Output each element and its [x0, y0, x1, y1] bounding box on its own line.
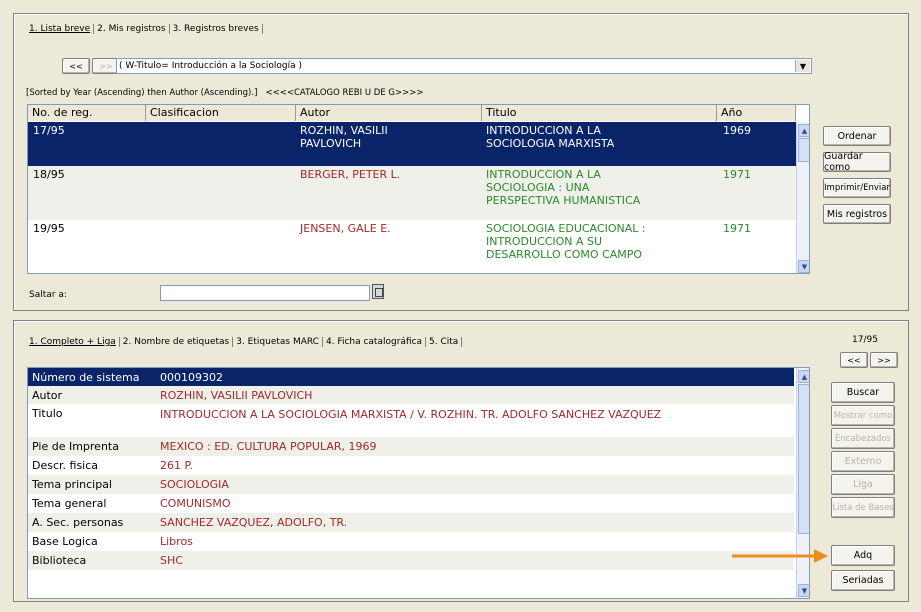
field-row[interactable]: Base Logica Libros [28, 532, 794, 551]
field-label: Número de sistema [32, 371, 140, 384]
field-row[interactable]: Tema principal SOCIOLOGIA [28, 475, 794, 494]
top-tabs: 1. Lista breve 2. Mis registros 3. Registr… [26, 24, 263, 34]
scroll-up-icon[interactable]: ▲ [798, 370, 809, 383]
cell-reg: 18/95 [33, 168, 65, 181]
field-label: A. Sec. personas [32, 516, 124, 529]
field-value: 000109302 [160, 371, 223, 384]
field-row[interactable]: Descr. fisica 261 P. [28, 456, 794, 475]
scroll-up-icon[interactable]: ▲ [798, 124, 809, 137]
sort-info: [Sorted by Year (Ascending) then Author … [26, 88, 424, 98]
field-label: Descr. fisica [32, 459, 99, 472]
results-list: No. de reg. Clasificacion Autor Titulo A… [27, 104, 810, 274]
scroll-thumb[interactable] [798, 138, 809, 162]
encabezados-button[interactable]: Encabezados [831, 428, 895, 449]
annotation-arrow-icon [732, 549, 828, 563]
col-header-autor[interactable]: Autor [296, 105, 482, 121]
field-row[interactable]: Pie de Imprenta MEXICO : ED. CULTURA POP… [28, 437, 794, 456]
record-counter: 17/95 [852, 335, 878, 345]
buscar-button[interactable]: Buscar [831, 382, 895, 403]
calendar-icon[interactable] [372, 284, 384, 299]
cell-reg: 19/95 [33, 222, 65, 235]
cell-anio: 1971 [723, 222, 751, 235]
adq-button[interactable]: Adq [831, 545, 895, 566]
cell-autor: JENSEN, GALE E. [300, 222, 391, 235]
next-record-button[interactable]: >> [870, 352, 898, 368]
field-label: Titulo [32, 407, 63, 420]
lista-de-bases-button[interactable]: Lista de Bases [831, 497, 895, 518]
seriadas-button[interactable]: Seriadas [831, 570, 895, 591]
list-header: No. de reg. Clasificacion Autor Titulo A… [28, 105, 796, 121]
col-header-anio[interactable]: Año [717, 105, 796, 121]
scroll-thumb[interactable] [798, 384, 809, 534]
field-value: SOCIOLOGIA [160, 478, 229, 491]
field-label: Biblioteca [32, 554, 87, 567]
query-select[interactable]: ( W-Titulo= Introducción a la Sociología… [116, 58, 812, 74]
field-value: SHC [160, 554, 183, 567]
col-header-reg[interactable]: No. de reg. [28, 105, 146, 121]
tab-nombre-etiquetas[interactable]: 2. Nombre de etiquetas [120, 337, 234, 347]
field-value: MEXICO : ED. CULTURA POPULAR, 1969 [160, 440, 377, 453]
liga-button[interactable]: Liga [831, 474, 895, 495]
field-label: Base Logica [32, 535, 98, 548]
cell-anio: 1971 [723, 168, 751, 181]
field-row[interactable]: A. Sec. personas SANCHEZ VAZQUEZ, ADOLFO… [28, 513, 794, 532]
table-row[interactable]: 19/95 JENSEN, GALE E. SOCIOLOGIA EDUCACI… [28, 220, 796, 273]
jump-input[interactable] [160, 285, 370, 301]
tab-registros-breves[interactable]: 3. Registros breves [170, 24, 263, 34]
guardar-como-button[interactable]: Guardar como [823, 151, 891, 173]
mis-registros-button[interactable]: Mis registros [823, 204, 891, 224]
bottom-tabs: 1. Completo + Liga 2. Nombre de etiquetas… [26, 337, 463, 347]
mostrar-como-button[interactable]: Mostrar como [831, 405, 895, 426]
table-row[interactable]: 17/95 ROZHIN, VASILII PAVLOVICH INTRODUC… [28, 122, 796, 166]
cell-autor: BERGER, PETER L. [300, 168, 401, 181]
scroll-down-icon[interactable]: ▼ [798, 260, 809, 273]
field-row[interactable]: Número de sistema 000109302 [28, 368, 794, 386]
col-header-titulo[interactable]: Titulo [482, 105, 717, 121]
tab-cita[interactable]: 5. Cita [426, 337, 463, 347]
field-value: 261 P. [160, 459, 193, 472]
field-row[interactable]: Titulo INTRODUCCION A LA SOCIOLOGIA MARX… [28, 404, 794, 437]
field-value: COMUNISMO [160, 497, 231, 510]
field-value: ROZHIN, VASILII PAVLOVICH [160, 389, 313, 402]
field-label: Pie de Imprenta [32, 440, 119, 453]
jump-label: Saltar a: [29, 290, 67, 300]
field-value: Libros [160, 535, 193, 548]
field-label: Tema principal [32, 478, 112, 491]
scroll-down-icon[interactable]: ▼ [798, 584, 809, 597]
cell-titulo: INTRODUCCION A LA SOCIOLOGIA MARXISTA [486, 124, 615, 150]
prev-record-button[interactable]: << [840, 352, 868, 368]
prev-set-button[interactable]: << [62, 58, 90, 74]
cell-titulo: SOCIOLOGIA EDUCACIONAL : INTRODUCCION A … [486, 222, 646, 261]
field-row[interactable]: Biblioteca SHC [28, 551, 794, 570]
results-scrollbar[interactable]: ▲ ▼ [796, 122, 809, 273]
tab-mis-registros[interactable]: 2. Mis registros [94, 24, 170, 34]
cell-anio: 1969 [723, 124, 751, 137]
table-row[interactable]: 18/95 BERGER, PETER L. INTRODUCCION A LA… [28, 166, 796, 220]
field-label: Autor [32, 389, 63, 402]
cell-titulo: INTRODUCCION A LA SOCIOLOGIA : UNA PERSP… [486, 168, 641, 207]
tab-ficha-catalografica[interactable]: 4. Ficha catalográfica [323, 337, 427, 347]
imprimir-enviar-button[interactable]: Imprimir/Enviar [823, 178, 891, 198]
record-detail: Número de sistema 000109302 Autor ROZHIN… [27, 367, 810, 599]
query-text: ( W-Titulo= Introducción a la Sociología… [119, 61, 303, 71]
chevron-down-icon[interactable]: ▼ [795, 60, 810, 72]
field-row[interactable]: Autor ROZHIN, VASILII PAVLOVICH [28, 386, 794, 404]
field-value: SANCHEZ VAZQUEZ, ADOLFO, TR. [160, 516, 348, 529]
cell-reg: 17/95 [33, 124, 65, 137]
cell-autor: ROZHIN, VASILII PAVLOVICH [300, 124, 388, 150]
tab-lista-breve[interactable]: 1. Lista breve [26, 24, 95, 34]
col-header-clasificacion[interactable]: Clasificacion [146, 105, 296, 121]
field-row[interactable]: Tema general COMUNISMO [28, 494, 794, 513]
tab-completo-liga[interactable]: 1. Completo + Liga [26, 337, 120, 347]
ordenar-button[interactable]: Ordenar [823, 126, 891, 146]
field-value: INTRODUCCION A LA SOCIOLOGIA MARXISTA / … [160, 408, 662, 421]
tab-etiquetas-marc[interactable]: 3. Etiquetas MARC [233, 337, 323, 347]
externo-button[interactable]: Externo [831, 451, 895, 472]
field-label: Tema general [32, 497, 107, 510]
